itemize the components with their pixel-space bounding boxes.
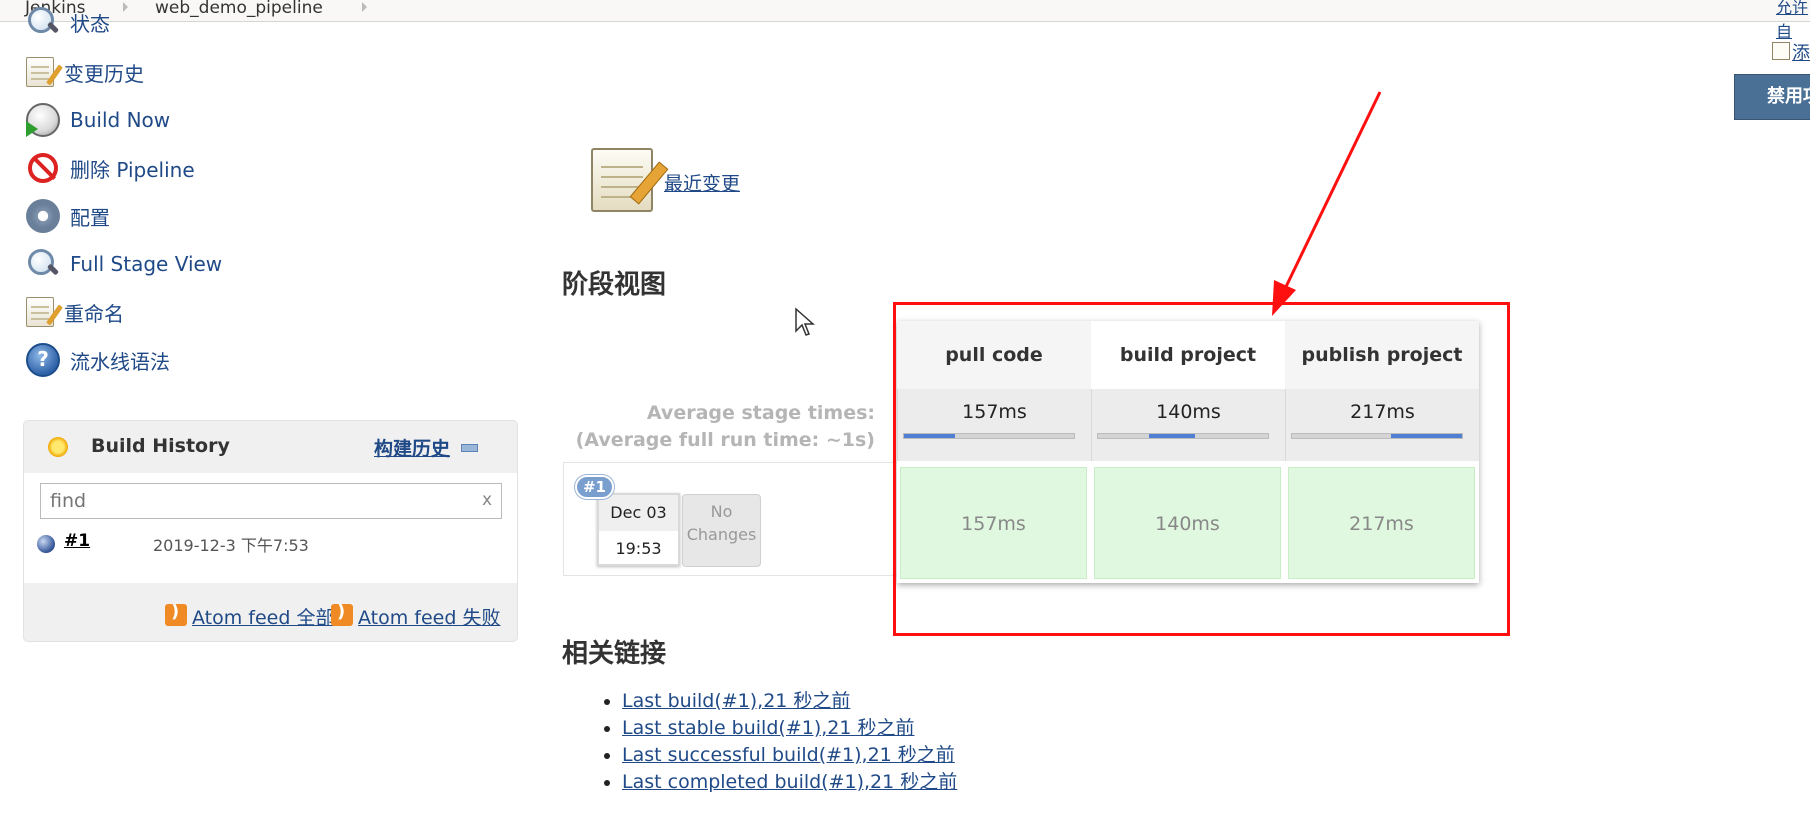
- task-label: 状态: [70, 11, 110, 36]
- task-label: 重命名: [64, 301, 124, 326]
- clock-icon: [26, 103, 60, 137]
- avg-stage-times-text: Average stage times:: [646, 402, 875, 424]
- task-rename[interactable]: 重命名: [26, 292, 124, 332]
- disable-project-button[interactable]: 禁用项: [1734, 74, 1810, 120]
- run-date: Dec 03: [599, 495, 678, 531]
- stage-view-title: 阶段视图: [562, 270, 667, 300]
- atom-feed-failures-link[interactable]: Atom feed 失败: [358, 603, 500, 630]
- task-label: 变更历史: [64, 61, 144, 86]
- help-icon: ?: [26, 343, 60, 377]
- task-label: Full Stage View: [70, 252, 223, 276]
- build-history-body: x #1 2019-12-3 下午7:53: [24, 473, 517, 583]
- rss-icon[interactable]: [165, 601, 187, 626]
- annotation-arrow-icon: [1272, 91, 1382, 316]
- list-item[interactable]: Last successful build(#1),21 秒之前: [604, 742, 957, 769]
- avg-full-run-text: (Average full run time: ~1s): [575, 429, 875, 451]
- build-number-link[interactable]: #1: [64, 531, 90, 551]
- search-icon: [26, 247, 60, 281]
- task-label: 删除 Pipeline: [70, 157, 195, 182]
- add-description-link[interactable]: 添: [1792, 39, 1810, 65]
- build-search-input[interactable]: [40, 483, 502, 519]
- build-history-widget: Build History 构建历史 x #1 2019-12-3 下午7:53…: [23, 420, 518, 642]
- task-full-stage-view[interactable]: Full Stage View: [26, 244, 222, 284]
- related-links-title: 相关链接: [562, 639, 667, 669]
- average-times-label: Average stage times: (Average full run t…: [560, 400, 875, 454]
- clear-search-icon[interactable]: x: [482, 490, 492, 510]
- run-time: 19:53: [615, 539, 662, 558]
- breadcrumb: Jenkins web_demo_pipeline 允许自: [0, 0, 1810, 41]
- task-pipeline-syntax[interactable]: ? 流水线语法: [26, 340, 170, 380]
- last-completed-build-link[interactable]: Last completed build(#1),21 秒之前: [622, 771, 957, 793]
- collapse-icon[interactable]: [461, 444, 478, 452]
- no-changes-line1: No: [710, 502, 733, 521]
- task-label: 配置: [70, 205, 110, 230]
- gear-icon: [26, 199, 60, 233]
- annotation-highlight-box: [893, 302, 1510, 636]
- task-label: 流水线语法: [70, 349, 170, 374]
- run-number-badge[interactable]: #1: [575, 475, 614, 499]
- task-configure[interactable]: 配置: [26, 196, 110, 236]
- notepad-icon: [26, 297, 54, 327]
- search-icon: [26, 5, 60, 39]
- last-stable-build-link[interactable]: Last stable build(#1),21 秒之前: [622, 717, 915, 739]
- breadcrumb-item-job[interactable]: web_demo_pipeline: [155, 0, 323, 18]
- list-item[interactable]: Last stable build(#1),21 秒之前: [604, 715, 957, 742]
- breadcrumb-separator-icon[interactable]: [123, 2, 128, 12]
- rss-icon[interactable]: [331, 601, 353, 626]
- task-changes[interactable]: 变更历史: [26, 52, 144, 92]
- notepad-icon: [26, 57, 54, 87]
- edit-description-icon[interactable]: [1772, 42, 1790, 60]
- recent-changes-link[interactable]: 最近变更: [664, 169, 740, 196]
- build-timestamp: 2019-12-3 下午7:53: [153, 536, 309, 555]
- build-history-title: Build History: [91, 435, 230, 457]
- run-date-card[interactable]: Dec 03 19:53: [597, 493, 680, 566]
- build-history-header: Build History 构建历史: [24, 421, 517, 473]
- task-label: Build Now: [70, 108, 171, 132]
- build-trend-link[interactable]: 构建历史: [374, 434, 450, 461]
- last-successful-build-link[interactable]: Last successful build(#1),21 秒之前: [622, 744, 955, 766]
- last-build-link[interactable]: Last build(#1),21 秒之前: [622, 690, 850, 712]
- no-changes-line2: Changes: [686, 525, 757, 544]
- task-delete-pipeline[interactable]: 删除 Pipeline: [26, 148, 195, 188]
- related-links-list: Last build(#1),21 秒之前 Last stable build(…: [604, 688, 957, 796]
- list-item[interactable]: Last completed build(#1),21 秒之前: [604, 769, 957, 796]
- list-item[interactable]: Last build(#1),21 秒之前: [604, 688, 957, 715]
- atom-feed-all-link[interactable]: Atom feed 全部: [192, 603, 334, 630]
- breadcrumb-separator-icon[interactable]: [362, 2, 367, 12]
- no-changes-box: No Changes: [682, 494, 761, 567]
- build-status-blue-icon: [37, 535, 55, 553]
- notepad-icon[interactable]: [591, 148, 653, 212]
- forbidden-icon: [28, 153, 58, 183]
- task-status[interactable]: 状态: [26, 2, 110, 42]
- weather-sun-icon: [48, 437, 68, 457]
- top-right-link[interactable]: 允许自: [1776, 0, 1810, 42]
- task-build-now[interactable]: Build Now: [26, 100, 170, 140]
